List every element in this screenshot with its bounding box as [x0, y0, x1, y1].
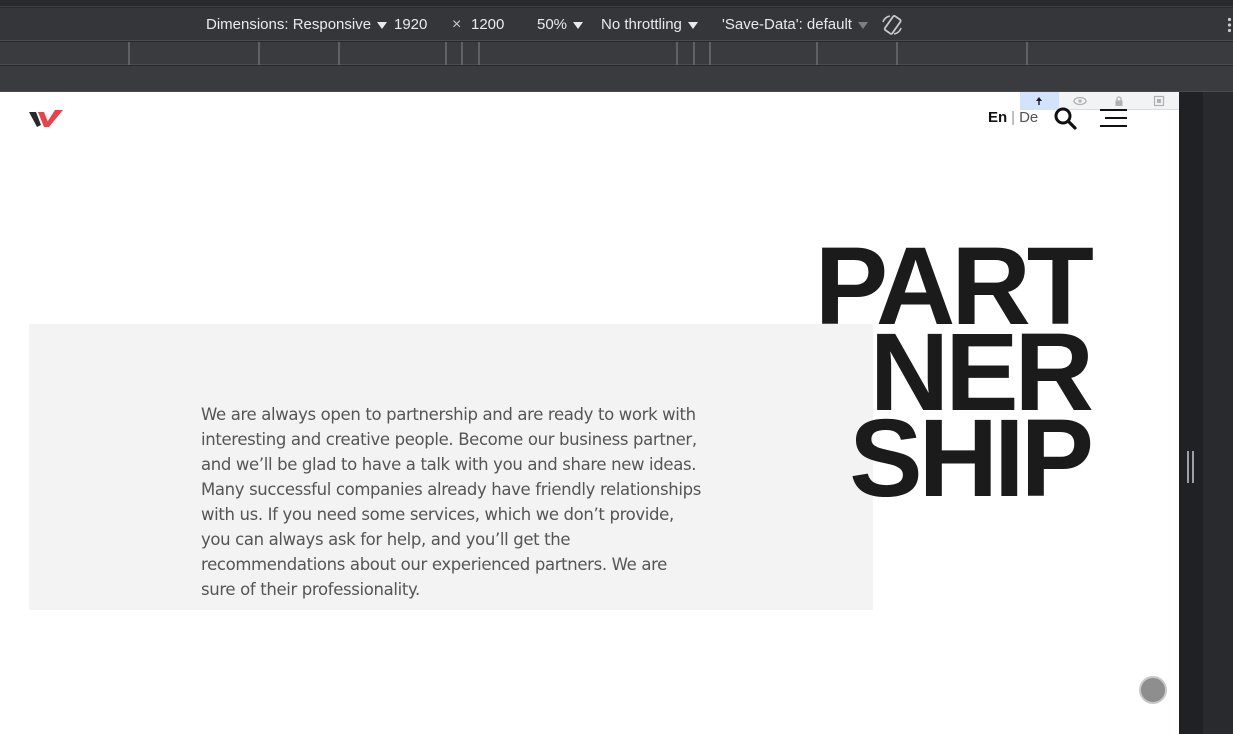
frame-icon [1153, 95, 1165, 107]
media-query-ruler[interactable] [0, 42, 1233, 65]
partnership-description: We are always open to partnership and ar… [201, 405, 701, 599]
zoom-label: 50% [537, 16, 568, 33]
ruler-marker [896, 42, 898, 65]
lang-de-link[interactable]: De [1019, 109, 1038, 126]
ruler-marker [338, 42, 340, 65]
lang-separator: | [1011, 109, 1016, 126]
resize-handle[interactable] [1187, 451, 1195, 483]
scroll-to-top-button[interactable] [1139, 676, 1167, 704]
ruler-marker [816, 42, 818, 65]
emulated-page: En | De We are always open to partnership … [0, 92, 1179, 734]
times-sign: × [452, 16, 462, 33]
more-options-icon[interactable] [1226, 17, 1233, 33]
chevron-down-icon [857, 21, 868, 29]
language-switcher: En | De [988, 109, 1038, 126]
ruler-marker [693, 42, 695, 65]
title-line: SHIP [849, 397, 1094, 520]
ruler-marker [709, 42, 711, 65]
lock-icon [1115, 96, 1123, 106]
logo-icon[interactable] [29, 108, 63, 128]
height-input[interactable]: 1200 [471, 8, 504, 41]
viewport-right-gutter [1179, 92, 1203, 734]
width-input[interactable]: 1920 [394, 8, 427, 41]
page-title: PART NER SHIP [815, 232, 1094, 520]
ruler-marker [461, 42, 463, 65]
throttling-dropdown[interactable]: No throttling [601, 8, 698, 41]
rotate-icon[interactable] [880, 13, 904, 37]
ruler-marker [676, 42, 678, 65]
device-ruler-strip [0, 66, 1233, 92]
lang-en-link[interactable]: En [988, 109, 1007, 126]
pin-icon [1036, 97, 1042, 105]
devtools-top-strip [0, 0, 1233, 7]
throttling-label: No throttling [601, 16, 682, 33]
dimensions-label: Dimensions: Responsive [206, 16, 372, 33]
save-data-label: 'Save-Data': default [722, 16, 852, 33]
hamburger-menu-icon[interactable] [1100, 108, 1127, 128]
chevron-down-icon [377, 21, 388, 29]
ruler-marker [128, 42, 130, 65]
ruler-marker [258, 42, 260, 65]
ruler-marker [478, 42, 480, 65]
ruler-marker [445, 42, 447, 65]
dimensions-dropdown[interactable]: Dimensions: Responsive [206, 8, 388, 41]
devtools-right-edge [1203, 92, 1233, 734]
chevron-down-icon [687, 21, 698, 29]
save-data-dropdown[interactable]: 'Save-Data': default [722, 8, 868, 41]
frame-button[interactable] [1140, 92, 1179, 110]
device-toolbar: Dimensions: Responsive 1920 × 1200 50% N… [0, 8, 1233, 41]
chevron-down-icon [573, 21, 584, 29]
ruler-marker [1026, 42, 1028, 65]
search-icon[interactable] [1053, 106, 1077, 130]
zoom-dropdown[interactable]: 50% [537, 8, 584, 41]
